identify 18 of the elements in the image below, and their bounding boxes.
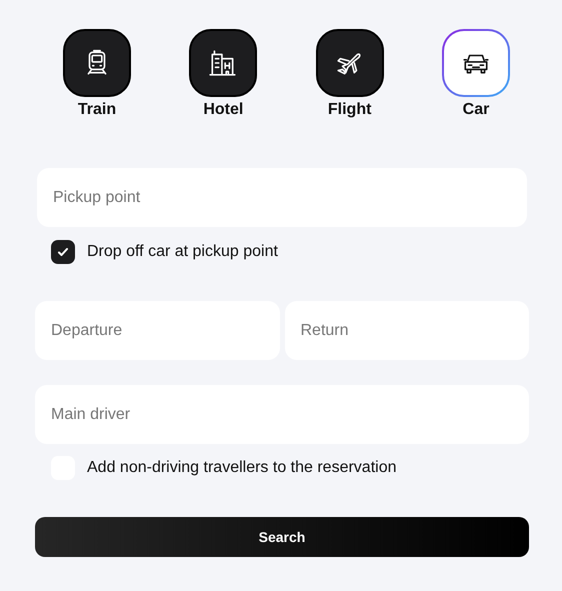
pickup-field[interactable]: Pickup point: [37, 168, 527, 227]
tab[interactable]: [316, 29, 384, 97]
checkbox[interactable]: [51, 240, 75, 264]
tab-label: Flight: [328, 101, 372, 119]
checkbox-label: Drop off car at pickup point: [87, 243, 278, 261]
tab-label: Car: [462, 101, 490, 119]
driver-field[interactable]: Main driver: [35, 385, 529, 444]
tab[interactable]: [189, 29, 258, 97]
checkmark-icon: [57, 246, 69, 258]
date-field[interactable]: Return: [284, 301, 529, 360]
hotel-icon: [208, 48, 238, 78]
tab[interactable]: [63, 29, 131, 97]
tab-label: Train: [78, 101, 116, 119]
tab-label: Hotel: [203, 101, 244, 119]
date-field[interactable]: Departure: [35, 301, 280, 360]
checkbox-label: Add non-driving travellers to the reservation: [87, 459, 396, 477]
search-button[interactable]: Search: [35, 517, 529, 557]
tab[interactable]: [442, 29, 510, 97]
